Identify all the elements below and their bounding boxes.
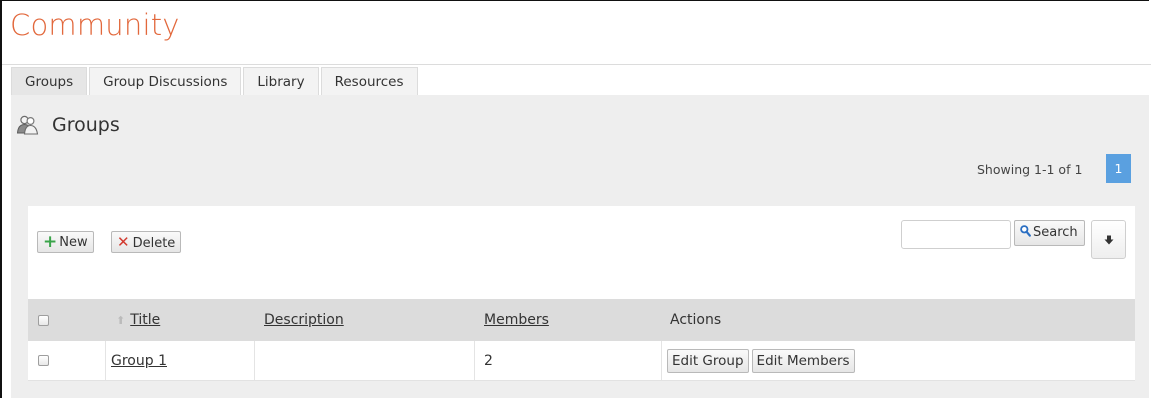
groups-panel: Groups Showing 1-1 of 1 1 + New ✕ Delete S… (11, 95, 1149, 398)
delete-button-label: Delete (132, 236, 176, 251)
search-button[interactable]: Search (1014, 220, 1085, 246)
group-members-count: 2 (484, 352, 493, 369)
tab-group-discussions[interactable]: Group Discussions (89, 67, 242, 95)
delete-x-icon: ✕ (117, 233, 130, 251)
tab-library[interactable]: Library (243, 67, 319, 95)
header-select-cell (38, 299, 49, 341)
users-icon (16, 115, 39, 135)
magnifier-icon (1020, 225, 1031, 237)
header-title-cell: ⬆ Title (116, 299, 160, 341)
group-title-link[interactable]: Group 1 (111, 353, 167, 369)
new-button[interactable]: + New (37, 231, 94, 253)
header-members-cell: Members (484, 299, 549, 341)
sort-up-arrow-icon: ⬆ (116, 313, 126, 327)
row-checkbox[interactable] (38, 355, 49, 366)
select-all-checkbox[interactable] (38, 314, 49, 326)
row-select-cell (28, 341, 106, 380)
tab-groups[interactable]: Groups (11, 67, 88, 95)
row-members-cell: 2 (475, 341, 662, 380)
page-title: Community (10, 8, 180, 42)
search-button-label: Search (1033, 225, 1078, 240)
tab-resources[interactable]: Resources (320, 67, 418, 95)
search-input[interactable] (901, 220, 1011, 249)
export-button[interactable] (1091, 220, 1126, 259)
tab-bar: Groups Group Discussions Library Resourc… (11, 67, 420, 95)
sort-by-title-link[interactable]: Title (130, 312, 160, 328)
edit-members-button[interactable]: Edit Members (751, 348, 855, 373)
actions-header: Actions (670, 312, 722, 328)
row-description-cell (255, 341, 475, 380)
table-row: Group 1 2 Edit Group Edit Members (28, 341, 1135, 381)
sort-by-description-link[interactable]: Description (264, 312, 344, 328)
header-actions-cell: Actions (670, 299, 721, 341)
delete-button[interactable]: ✕ Delete (111, 231, 182, 253)
section-header: Groups (16, 112, 120, 138)
sort-by-members-link[interactable]: Members (484, 312, 549, 328)
section-title: Groups (52, 114, 120, 136)
edit-group-button[interactable]: Edit Group (667, 348, 749, 373)
page-number-button[interactable]: 1 (1106, 154, 1131, 183)
pagination-summary: Showing 1-1 of 1 (977, 162, 1083, 177)
download-arrow-icon (1104, 235, 1113, 244)
title-divider (2, 64, 1151, 65)
list-container: + New ✕ Delete Search ⬆ Title Descriptio… (28, 206, 1135, 381)
table-header-row: ⬆ Title Description Members Actions (28, 299, 1135, 341)
new-button-label: New (59, 235, 88, 250)
plus-icon: + (43, 232, 58, 252)
row-title-cell: Group 1 (106, 341, 255, 380)
row-actions-cell: Edit Group Edit Members (662, 341, 1135, 380)
header-description-cell: Description (264, 299, 344, 341)
groups-table: ⬆ Title Description Members Actions Grou… (28, 299, 1135, 381)
